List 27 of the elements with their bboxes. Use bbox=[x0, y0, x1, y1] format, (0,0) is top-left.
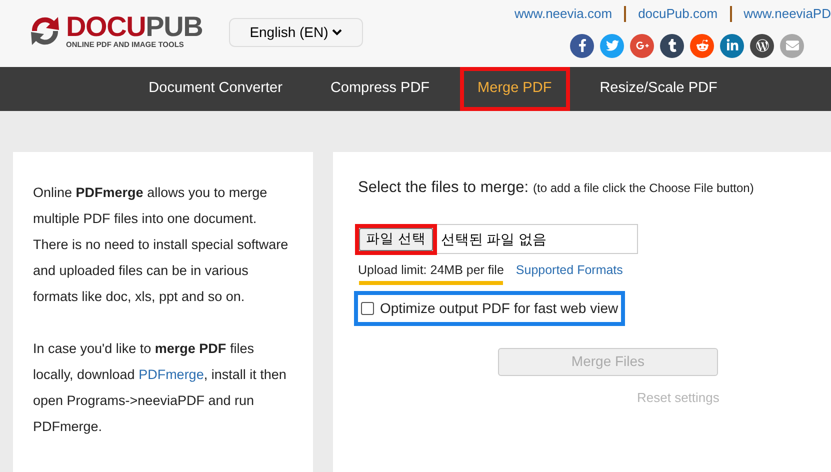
wordpress-icon[interactable] bbox=[750, 34, 774, 58]
nav-tab[interactable]: Resize/Scale PDF bbox=[586, 71, 732, 107]
nav-tab[interactable]: Compress PDF bbox=[316, 71, 444, 107]
tumblr-icon[interactable] bbox=[660, 34, 684, 58]
site-link[interactable]: docuPub.com bbox=[638, 4, 718, 24]
supported-formats-link[interactable]: Supported Formats bbox=[516, 261, 623, 281]
optimize-option[interactable]: Optimize output PDF for fast web view bbox=[358, 294, 622, 322]
file-status: 선택된 파일 없음 bbox=[440, 230, 547, 248]
google-plus-icon[interactable] bbox=[630, 34, 654, 58]
chevron-down-icon bbox=[332, 29, 342, 36]
site-link[interactable]: www.neevia.com bbox=[514, 4, 612, 24]
intro-paragraph: Online PDFmerge allows you to merge multiple PDF files into one document. There is no need to install special software and uploaded files can be in various formats like doc, xls, ppt and so on. bbox=[33, 184, 290, 306]
choose-file-button[interactable]: 파일 선택 bbox=[359, 228, 433, 250]
linkedin-icon[interactable] bbox=[720, 34, 744, 58]
site-link[interactable]: www.neeviaPD bbox=[744, 4, 831, 24]
intro-paragraph: In case you'd like to merge PDF files locally, download PDFmerge, install it then open Programs->neeviaPDF and run PDFmerge. bbox=[33, 340, 288, 436]
nav-tab[interactable]: Document Converter bbox=[134, 71, 296, 107]
pdfmerge-link[interactable]: PDFmerge bbox=[138, 367, 204, 382]
reddit-icon[interactable] bbox=[690, 34, 714, 58]
twitter-icon[interactable] bbox=[600, 34, 624, 58]
checkbox[interactable] bbox=[361, 302, 374, 315]
form-heading: Select the files to merge: (to add a file click the Choose File button) bbox=[358, 178, 754, 198]
file-input[interactable]: 파일 선택 선택된 파일 없음 bbox=[358, 224, 638, 254]
optimize-label: Optimize output PDF for fast web view bbox=[380, 298, 618, 318]
logo-wordmark: DOCUPUB bbox=[66, 13, 203, 42]
facebook-icon[interactable] bbox=[570, 34, 594, 58]
language-select[interactable]: English (EN) bbox=[228, 18, 363, 47]
